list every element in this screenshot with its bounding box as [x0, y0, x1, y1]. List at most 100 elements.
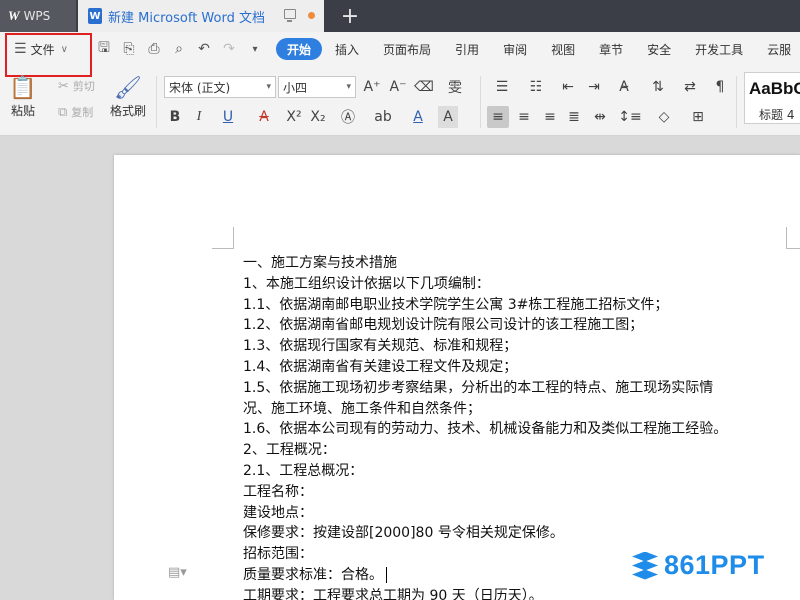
- tab-wps-home[interactable]: W WPS: [0, 0, 76, 32]
- distribute-icon[interactable]: ⇹: [590, 106, 610, 128]
- font-name-value: 宋体 (正文): [169, 80, 231, 95]
- save-icon[interactable]: 🖫: [95, 40, 113, 58]
- font-name-select[interactable]: 宋体 (正文) ▾: [164, 76, 276, 98]
- tab-view[interactable]: 视图: [540, 38, 586, 60]
- style-sample-text: AaBbC: [749, 79, 800, 98]
- paste-icon: 📋: [9, 75, 37, 101]
- tab-cloud[interactable]: 云服: [756, 38, 800, 60]
- doc-line: 工期要求：工程要求总工期为 90 天（日历天）。: [243, 587, 543, 600]
- bold-icon[interactable]: B: [166, 106, 184, 128]
- cut-button[interactable]: ✂ 剪切: [58, 78, 95, 94]
- document-workspace: 一、施工方案与技术措施 1、本施工组织设计依据以下几项编制： 1.1、依据湖南邮…: [0, 137, 800, 600]
- chinese-layout-icon[interactable]: A̴: [610, 76, 638, 98]
- style-heading-4[interactable]: AaBbC 标题 4: [744, 72, 800, 124]
- copy-button[interactable]: ⧉ 复制: [58, 104, 93, 120]
- justify-icon[interactable]: ≣: [564, 106, 584, 128]
- monitor-icon[interactable]: [284, 9, 296, 22]
- numbered-list-icon[interactable]: ☷: [522, 76, 550, 98]
- tab-insert[interactable]: 插入: [324, 38, 370, 60]
- paragraph-mark-icon[interactable]: ¶: [710, 76, 730, 98]
- margin-corner-mark: [212, 227, 234, 249]
- sort-icon[interactable]: ⇅: [648, 76, 668, 98]
- scissors-icon: ✂: [58, 78, 69, 94]
- clear-formatting-icon[interactable]: ⌫: [414, 76, 434, 98]
- tab-review[interactable]: 审阅: [492, 38, 538, 60]
- paragraph-options-icon[interactable]: ▤▾: [168, 565, 187, 580]
- divider: [156, 76, 157, 128]
- align-right-icon[interactable]: ≡: [540, 106, 560, 128]
- font-size-select[interactable]: 小四 ▾: [278, 76, 356, 98]
- align-left-icon[interactable]: ≡: [487, 106, 509, 128]
- doc-line: 工程名称：: [243, 483, 313, 500]
- document-page[interactable]: 一、施工方案与技术措施 1、本施工组织设计依据以下几项编制： 1.1、依据湖南邮…: [114, 155, 800, 600]
- line-spacing-icon[interactable]: ↕≡: [616, 106, 644, 128]
- subscript-icon[interactable]: X₂: [308, 106, 328, 128]
- doc-line: 1.3、依据现行国家有关规范、标准和规程；: [243, 338, 518, 355]
- tab-references[interactable]: 引用: [444, 38, 490, 60]
- format-painter-button[interactable]: 🖌 格式刷: [110, 74, 146, 119]
- copy-label: 复制: [71, 106, 94, 119]
- border-icon[interactable]: ⊞: [684, 106, 712, 128]
- customize-quick-access-icon[interactable]: ▾: [246, 40, 264, 58]
- cut-label: 剪切: [72, 80, 95, 93]
- paint-brush-icon: 🖌: [114, 75, 142, 101]
- export-pdf-icon[interactable]: ⎘: [120, 40, 138, 58]
- undo-icon[interactable]: ↶: [195, 40, 213, 58]
- bullet-list-icon[interactable]: ☰: [488, 76, 516, 98]
- show-marks-icon[interactable]: ⇄: [676, 76, 704, 98]
- tab-developer[interactable]: 开发工具: [684, 38, 754, 60]
- margin-corner-mark: [786, 227, 800, 249]
- doc-line: 况、施工环境、施工条件和自然条件；: [243, 400, 481, 417]
- chevron-down-icon: ∨: [60, 43, 68, 55]
- new-tab-button[interactable]: +: [336, 2, 364, 30]
- tab-page-layout[interactable]: 页面布局: [372, 38, 442, 60]
- character-shading-icon[interactable]: A: [438, 106, 458, 128]
- unsaved-dot-icon: [308, 12, 315, 19]
- word-doc-icon: W: [88, 8, 102, 24]
- phonetic-guide-icon[interactable]: 雯: [442, 76, 468, 98]
- redo-icon[interactable]: ↷: [220, 40, 238, 58]
- tab-wps-label: WPS: [23, 9, 51, 23]
- text-cursor: [386, 566, 387, 583]
- increase-indent-icon[interactable]: ⇥: [584, 76, 604, 98]
- paste-button[interactable]: 📋 粘贴: [9, 74, 37, 119]
- highlight-color-icon[interactable]: ab: [368, 106, 398, 128]
- underline-icon[interactable]: U: [214, 106, 242, 128]
- strikethrough-icon[interactable]: A: [250, 106, 278, 128]
- copy-icon: ⧉: [58, 104, 68, 120]
- print-preview-icon[interactable]: ⌕: [170, 40, 188, 58]
- text-effect-icon[interactable]: Ⓐ: [336, 106, 360, 128]
- shading-icon[interactable]: ◇: [650, 106, 678, 128]
- hamburger-icon: ☰: [14, 41, 27, 57]
- format-painter-label: 格式刷: [110, 104, 147, 118]
- decrease-font-size-icon[interactable]: A⁻: [388, 76, 408, 98]
- watermark-logo: 861PPT: [630, 550, 765, 581]
- tab-start[interactable]: 开始: [276, 38, 323, 60]
- menu-tabs: 开始 插入 页面布局 引用 审阅 视图 章节 安全 开发工具 云服: [276, 38, 800, 60]
- style-name-label: 标题 4: [759, 108, 795, 122]
- tab-document-label: 新建 Microsoft Word 文档: [108, 10, 265, 26]
- tab-document[interactable]: W 新建 Microsoft Word 文档: [78, 0, 324, 32]
- tab-chapter[interactable]: 章节: [588, 38, 634, 60]
- tab-security[interactable]: 安全: [636, 38, 682, 60]
- print-icon[interactable]: ⎙: [145, 40, 163, 58]
- font-color-icon[interactable]: A: [404, 106, 432, 128]
- doc-line: 保修要求：按建设部[2000]80 号令相关规定保修。: [243, 525, 564, 542]
- doc-line: 1.4、依据湖南省有关建设工程文件及规定；: [243, 358, 518, 375]
- wps-logo-icon: W: [8, 8, 20, 23]
- doc-line: 1、本施工组织设计依据以下几项编制：: [243, 275, 490, 292]
- italic-icon[interactable]: I: [190, 106, 208, 128]
- file-menu-button[interactable]: ☰ 文件 ∨: [8, 37, 82, 61]
- font-size-value: 小四: [283, 80, 308, 95]
- layers-logo-icon: [630, 551, 660, 580]
- doc-line: 1.2、依据湖南省邮电规划设计院有限公司设计的该工程施工图；: [243, 317, 644, 334]
- chevron-down-icon: ▾: [266, 82, 271, 92]
- align-center-icon[interactable]: ≡: [514, 106, 534, 128]
- doc-line: 1.1、依据湖南邮电职业技术学院学生公寓 3#栋工程施工招标文件；: [243, 296, 669, 313]
- increase-font-size-icon[interactable]: A⁺: [362, 76, 382, 98]
- document-body[interactable]: 一、施工方案与技术措施 1、本施工组织设计依据以下几项编制： 1.1、依据湖南邮…: [243, 253, 800, 600]
- decrease-indent-icon[interactable]: ⇤: [558, 76, 578, 98]
- doc-line: 一、施工方案与技术措施: [243, 255, 397, 271]
- ribbon: ☰ 文件 ∨ 🖫 ⎘ ⎙ ⌕ ↶ ↷ ▾ 开始 插入 页面布局 引用 审阅 视图…: [0, 32, 800, 136]
- superscript-icon[interactable]: X²: [284, 106, 304, 128]
